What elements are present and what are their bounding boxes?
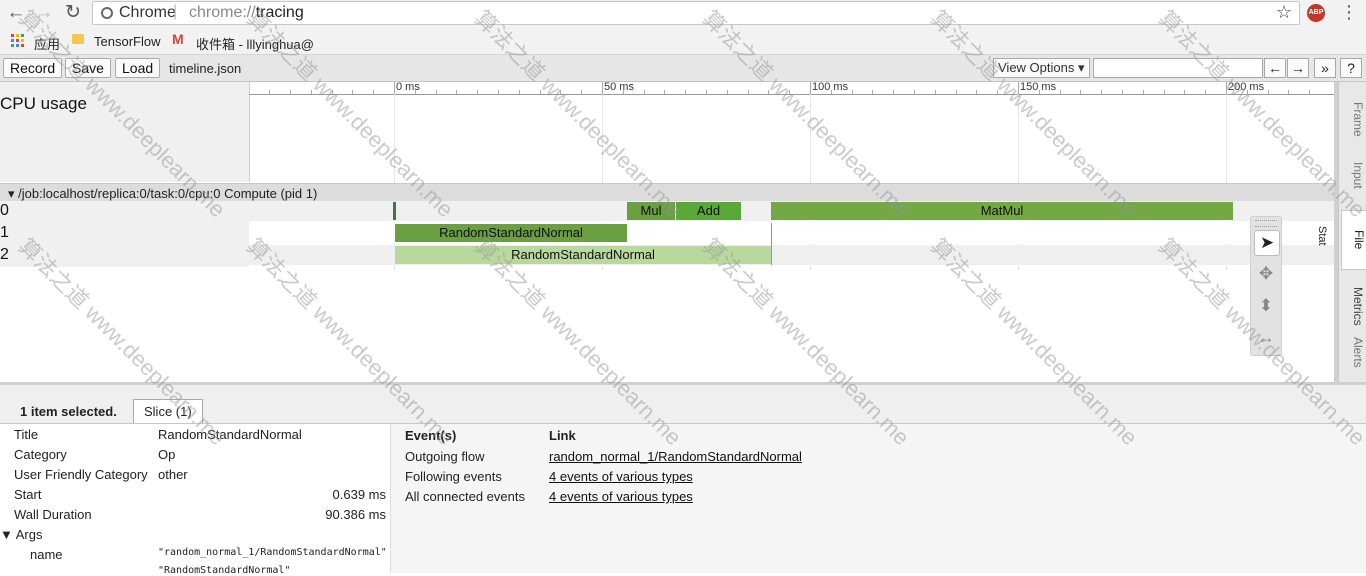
bookmark-inbox[interactable]: 收件箱 - lllyinghua@ <box>196 34 314 53</box>
args-toggle[interactable]: ▼ Args <box>0 527 43 542</box>
flow-arrow-line <box>771 223 772 265</box>
save-button[interactable]: Save <box>65 58 111 78</box>
link-outgoing-flow[interactable]: random_normal_1/RandomStandardNormal <box>549 449 802 464</box>
analysis-panel: 1 item selected. Slice (1) Title RandomS… <box>0 382 1366 576</box>
zoom-mode-icon[interactable]: ⬍ <box>1254 294 1278 318</box>
slice-matmul[interactable]: MatMul <box>771 202 1233 220</box>
more-button[interactable]: » <box>1314 58 1336 78</box>
tab-file[interactable]: File <box>1341 210 1366 270</box>
tab-alerts[interactable]: Alerts <box>1341 337 1365 368</box>
selection-bar: 1 item selected. Slice (1) <box>0 385 1366 424</box>
events-table: Event(s) Link Outgoing flow random_norma… <box>390 424 1366 573</box>
field-value-title: RandomStandardNormal <box>158 427 302 442</box>
thread-label-column <box>0 201 249 267</box>
back-icon[interactable]: ← <box>4 2 28 24</box>
browser-toolbar: ← → ↻ Chrome | chrome://tracing ☆ ABP ⋮ <box>0 0 1366 28</box>
ruler-tick-label: 50 ms <box>604 81 634 93</box>
field-value-wall-duration: 90.386 ms <box>325 507 386 522</box>
field-key-user-category: User Friendly Category <box>14 467 148 482</box>
gridline <box>394 94 395 270</box>
bookmark-tensorflow[interactable]: TensorFlow <box>94 34 160 49</box>
tab-frame[interactable]: Frame <box>1341 102 1365 137</box>
slice-random-standard-normal-2[interactable]: RandomStandardNormal <box>395 246 771 264</box>
chrome-page-icon <box>101 7 113 19</box>
gmail-icon: M <box>172 31 184 47</box>
load-button[interactable]: Load <box>115 58 161 78</box>
ruler-tick-label: 0 ms <box>396 81 420 93</box>
field-value-user-category: other <box>158 467 188 482</box>
field-key-start: Start <box>14 487 42 502</box>
field-key-title: Title <box>14 427 39 442</box>
timing-mode-icon[interactable]: ↔ <box>1254 326 1278 350</box>
folder-icon <box>72 34 84 44</box>
process-title: ▾ /job:localhost/replica:0/task:0/cpu:0 … <box>8 186 318 201</box>
reload-icon[interactable]: ↻ <box>61 2 85 24</box>
event-following: Following events <box>405 469 502 484</box>
arg-value-name: "random_normal_1/RandomStandardNormal" <box>158 547 387 558</box>
url-path: tracing <box>255 4 304 21</box>
process-header[interactable]: ▾ /job:localhost/replica:0/task:0/cpu:0 … <box>0 183 1334 202</box>
thread-label-2: 2 <box>0 246 9 263</box>
link-all-connected-events[interactable]: 4 events of various types <box>549 489 693 504</box>
apps-grid-icon[interactable] <box>11 34 24 47</box>
link-column-header: Link <box>549 428 576 443</box>
timeline-view[interactable]: CPU usage 0 ms 50 ms 100 ms 150 ms 200 m… <box>0 81 1334 382</box>
selection-mode-icon[interactable]: ➤ <box>1254 230 1280 256</box>
slice-add[interactable]: Add <box>676 202 741 220</box>
gridline <box>1018 94 1019 270</box>
tab-metrics[interactable]: Metrics <box>1341 287 1365 326</box>
side-panel-tabs: Frame Input File Metrics Alerts <box>1338 82 1366 382</box>
bookmark-star-icon[interactable]: ☆ <box>1276 2 1292 23</box>
process-header-text: /job:localhost/replica:0/task:0/cpu:0 Co… <box>18 186 318 201</box>
tab-input[interactable]: Input <box>1341 162 1365 189</box>
address-host: Chrome <box>119 4 176 21</box>
thread-label-0: 0 <box>0 202 9 219</box>
selection-count: 1 item selected. <box>20 404 117 419</box>
field-value-start: 0.639 ms <box>332 487 386 502</box>
trace-filename: timeline.json <box>169 61 242 76</box>
url-scheme: chrome:// <box>189 4 256 21</box>
cpu-usage-label: CPU usage <box>0 94 87 113</box>
find-input[interactable] <box>1093 58 1263 78</box>
thread-label-1: 1 <box>0 224 9 241</box>
field-key-category: Category <box>14 447 67 462</box>
address-bar[interactable]: Chrome | chrome://tracing <box>92 1 1300 25</box>
arg-key-name: name <box>30 547 63 562</box>
view-options-dropdown[interactable]: View Options ▾ <box>993 58 1090 78</box>
ruler-baseline <box>249 94 1334 95</box>
time-ruler: 0 ms 50 ms 100 ms 150 ms 200 ms <box>249 81 1334 94</box>
address-separator: | <box>173 3 178 20</box>
find-prev-button[interactable]: ← <box>1264 58 1286 78</box>
slice-mul[interactable]: Mul <box>627 202 675 220</box>
events-column-header: Event(s) <box>405 428 457 443</box>
field-key-wall-duration: Wall Duration <box>14 507 92 522</box>
gridline <box>1226 94 1227 270</box>
gridline <box>810 94 811 270</box>
tracing-toolbar: Record Save Load timeline.json View Opti… <box>0 55 1366 82</box>
forward-icon[interactable]: → <box>32 2 56 24</box>
field-value-category: Op <box>158 447 176 462</box>
mouse-mode-toolbar: ➤ ✥ ⬍ ↔ <box>1250 216 1282 356</box>
event-outgoing-flow: Outgoing flow <box>405 449 485 464</box>
bookmarks-bar: 应用 TensorFlow M 收件箱 - lllyinghua@ <box>0 28 1366 55</box>
toolbar-grip[interactable] <box>1255 220 1277 227</box>
adblock-icon[interactable]: ABP <box>1307 4 1325 22</box>
slice-random-standard-normal-1[interactable]: RandomStandardNormal <box>395 224 627 242</box>
stat-label: Stat <box>1316 226 1328 246</box>
help-button[interactable]: ? <box>1340 58 1362 78</box>
cpu-usage-label-cell: CPU usage <box>0 82 250 182</box>
find-next-button[interactable]: → <box>1287 58 1309 78</box>
slice-marker[interactable] <box>393 202 396 220</box>
gridline <box>602 94 603 270</box>
pan-mode-icon[interactable]: ✥ <box>1254 262 1278 286</box>
browser-menu-icon[interactable]: ⋮ <box>1340 2 1358 23</box>
address-url: chrome://tracing <box>189 4 304 22</box>
tab-slice[interactable]: Slice (1) <box>133 399 203 423</box>
bookmark-apps[interactable]: 应用 <box>34 34 60 53</box>
link-following-events[interactable]: 4 events of various types <box>549 469 693 484</box>
arg-value-op: "RandomStandardNormal" <box>158 565 291 576</box>
record-button[interactable]: Record <box>3 58 63 78</box>
event-all-connected: All connected events <box>405 489 525 504</box>
